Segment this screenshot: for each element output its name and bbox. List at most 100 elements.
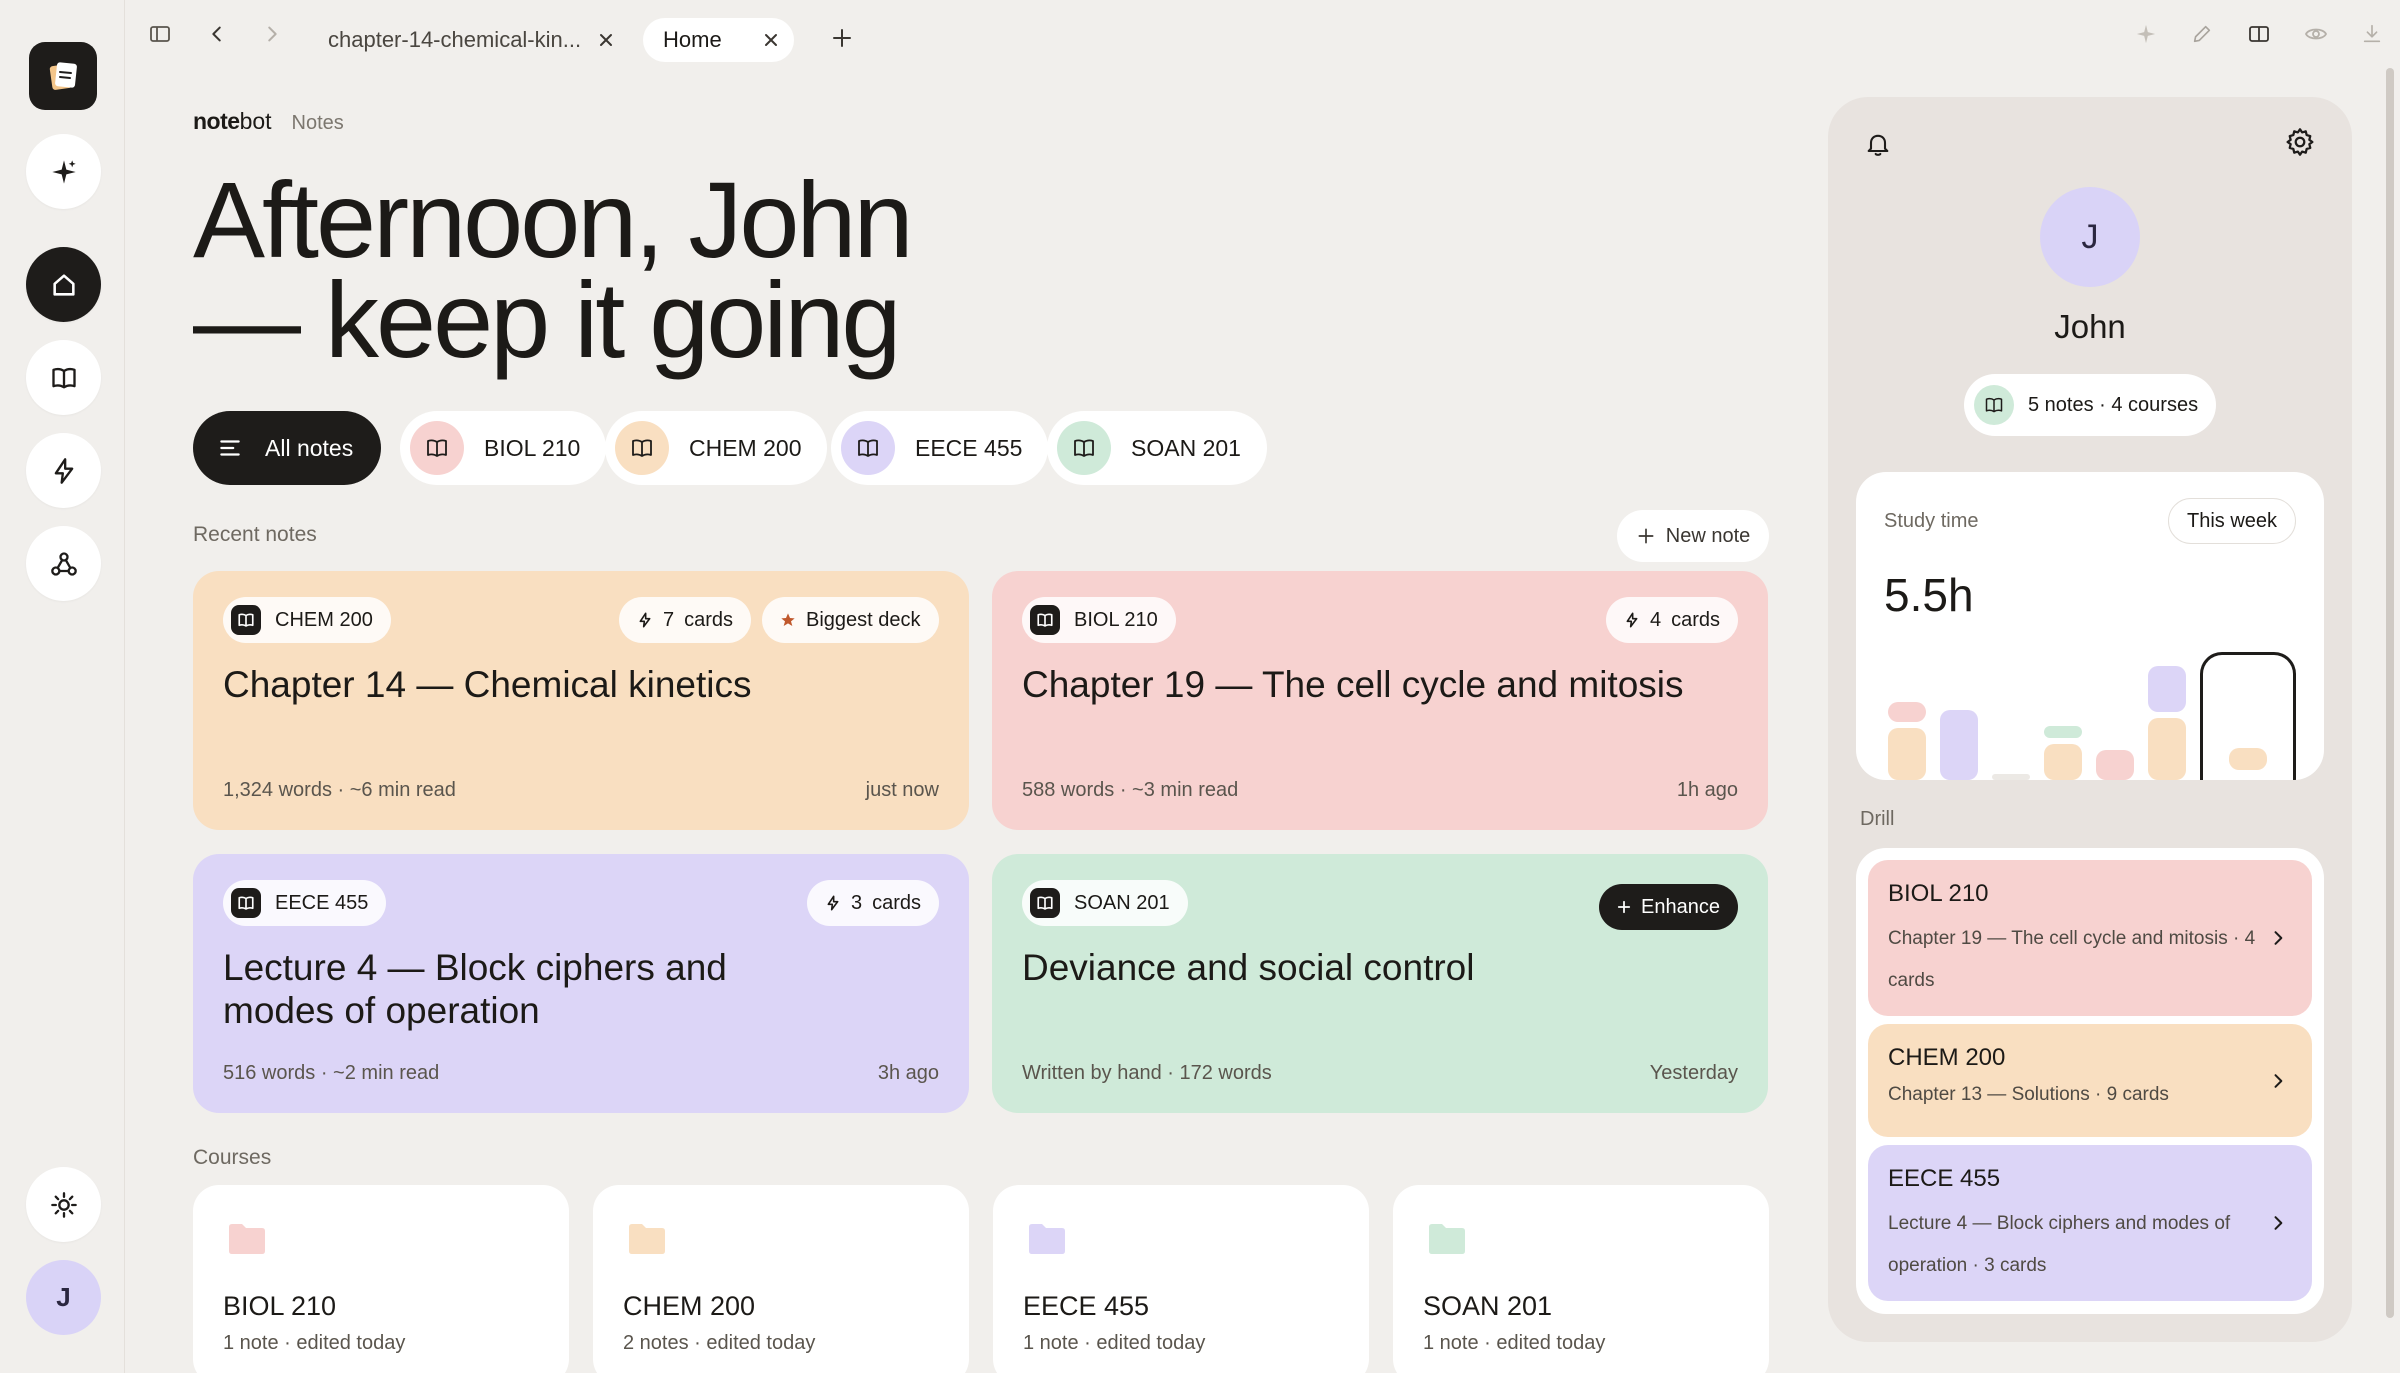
filter-eece-455[interactable]: EECE 455 — [831, 411, 1049, 485]
star-icon — [781, 613, 795, 626]
filter-chem-200[interactable]: CHEM 200 — [605, 411, 828, 485]
notebook-logo-icon — [49, 62, 77, 90]
tab-label: Home — [663, 27, 722, 52]
profile-stats: 5 notes · 4 courses — [1964, 374, 2216, 436]
recent-notes-label: Recent notes — [193, 523, 317, 546]
drill-item-biol-210[interactable]: BIOL 210 Chapter 19 — The cell cycle and… — [1868, 860, 2312, 1016]
badge-label: Biggest deck — [806, 608, 921, 631]
course-card-chem-200[interactable]: CHEM 200 2 notes · edited today — [593, 1185, 969, 1373]
drill-item-chem-200[interactable]: CHEM 200 Chapter 13 — Solutions · 9 card… — [1868, 1024, 2312, 1137]
preview-button[interactable] — [2300, 18, 2332, 50]
book-icon — [1030, 605, 1060, 635]
course-meta: 1 note · edited today — [223, 1332, 406, 1354]
cards-count: 4 — [1649, 608, 1662, 631]
note-time: 3h ago — [877, 1062, 939, 1084]
chevron-right-icon — [2274, 1216, 2283, 1230]
drill-course: BIOL 210 — [1888, 880, 1989, 907]
course-card-soan-201[interactable]: SOAN 201 1 note · edited today — [1393, 1185, 1769, 1373]
note-meta: 1,324 words · ~6 min read — [223, 779, 456, 801]
home-icon — [52, 273, 75, 296]
note-card-biol-210[interactable]: BIOL 210 4 cards Chapter 19 — The cell cy… — [992, 571, 1768, 830]
drill-label: Drill — [1860, 808, 1895, 830]
note-title: Deviance and social control — [1022, 947, 1475, 988]
home-nav-button[interactable] — [26, 247, 101, 322]
drill-item-eece-455[interactable]: EECE 455 Lecture 4 — Block ciphers and m… — [1868, 1145, 2312, 1301]
book-icon — [1057, 421, 1111, 475]
brand-logo[interactable]: notebot — [193, 108, 272, 135]
forward-button[interactable] — [256, 18, 288, 50]
sparkle-icon — [2136, 24, 2156, 44]
plus-icon — [833, 29, 851, 47]
library-nav-button[interactable] — [26, 340, 101, 415]
download-icon — [2363, 24, 2381, 43]
greeting-line-2: — keep it going — [193, 259, 901, 380]
tab-label: chapter-14-chemical-kin... — [328, 27, 582, 52]
settings-button[interactable] — [2284, 126, 2316, 158]
lightning-icon — [827, 895, 839, 911]
enhance-button[interactable]: Enhance — [1599, 884, 1738, 930]
flashcards-nav-button[interactable] — [26, 433, 101, 508]
course-name: EECE 455 — [275, 891, 369, 914]
chip-label: SOAN 201 — [1131, 434, 1241, 461]
filter-soan-201[interactable]: SOAN 201 — [1047, 411, 1267, 485]
edit-button[interactable] — [2186, 18, 2218, 50]
course-name: SOAN 201 — [1423, 1291, 1553, 1321]
day-bar — [2044, 724, 2082, 780]
new-tab-button[interactable] — [826, 22, 858, 54]
filter-all-notes[interactable]: All notes — [193, 411, 382, 485]
chip-label: CHEM 200 — [689, 434, 802, 461]
note-meta: 588 words · ~3 min read — [1022, 779, 1239, 801]
sidebar-icon — [150, 26, 170, 42]
profile-avatar[interactable]: J — [2040, 187, 2140, 287]
book-icon — [1974, 385, 2014, 425]
cards-count-badge: 7 cards — [619, 597, 752, 643]
new-note-button[interactable]: New note — [1617, 510, 1769, 562]
page-title: Afternoon, John — keep it going — [193, 166, 1093, 380]
course-pill: SOAN 201 — [1022, 880, 1188, 926]
graph-nav-button[interactable] — [26, 526, 101, 601]
chevron-left-icon — [212, 26, 221, 42]
note-card-chem-200[interactable]: CHEM 200 7 cards Biggest deck Chapter 14 … — [193, 571, 969, 830]
note-time: just now — [865, 779, 939, 801]
back-button[interactable] — [201, 18, 233, 50]
section-name: Notes — [291, 112, 344, 134]
close-tab-button[interactable] — [762, 31, 780, 49]
book-icon — [410, 421, 464, 475]
cards-count: 7 — [663, 608, 675, 631]
today-bar[interactable] — [2200, 652, 2296, 780]
notifications-button[interactable] — [1862, 128, 1894, 160]
course-name: EECE 455 — [1023, 1291, 1150, 1321]
sparkle-icon — [51, 159, 76, 184]
course-meta: 2 notes · edited today — [623, 1332, 816, 1354]
drill-list: BIOL 210 Chapter 19 — The cell cycle and… — [1856, 848, 2324, 1314]
course-card-biol-210[interactable]: BIOL 210 1 note · edited today — [193, 1185, 569, 1373]
user-avatar[interactable]: J — [26, 1260, 101, 1335]
cards-count-badge: 4 cards — [1605, 597, 1738, 643]
note-card-soan-201[interactable]: SOAN 201 Enhance Deviance and social con… — [992, 854, 1768, 1113]
ai-button[interactable] — [2130, 18, 2162, 50]
close-tab-button[interactable] — [597, 31, 615, 49]
scrollbar[interactable] — [2386, 68, 2394, 1318]
study-time-card: Study time This week 5.5h — [1856, 472, 2324, 780]
filter-biol-210[interactable]: BIOL 210 — [400, 411, 607, 485]
cards-unit: cards — [684, 608, 734, 631]
theme-toggle-button[interactable] — [26, 1167, 101, 1242]
note-card-eece-455[interactable]: EECE 455 3 cards Lecture 4 — Block cipher… — [193, 854, 969, 1113]
download-button[interactable] — [2356, 18, 2388, 50]
day-bar — [1888, 702, 1926, 780]
tab-chapter-14[interactable]: chapter-14-chemical-kin... — [316, 18, 627, 62]
lightning-icon — [639, 612, 651, 628]
drill-course: EECE 455 — [1888, 1165, 2001, 1192]
toggle-sidebar-button[interactable] — [144, 18, 176, 50]
plus-icon — [1617, 900, 1631, 914]
chip-label: BIOL 210 — [484, 434, 581, 461]
ai-sparkle-button[interactable] — [26, 134, 101, 209]
split-view-button[interactable] — [2243, 18, 2275, 50]
range-selector[interactable]: This week — [2168, 498, 2296, 544]
tab-home[interactable]: Home — [643, 18, 794, 62]
course-pill: EECE 455 — [223, 880, 387, 926]
book-icon — [51, 367, 76, 388]
app-logo[interactable] — [29, 42, 97, 110]
course-card-eece-455[interactable]: EECE 455 1 note · edited today — [993, 1185, 1369, 1373]
book-icon — [841, 421, 895, 475]
